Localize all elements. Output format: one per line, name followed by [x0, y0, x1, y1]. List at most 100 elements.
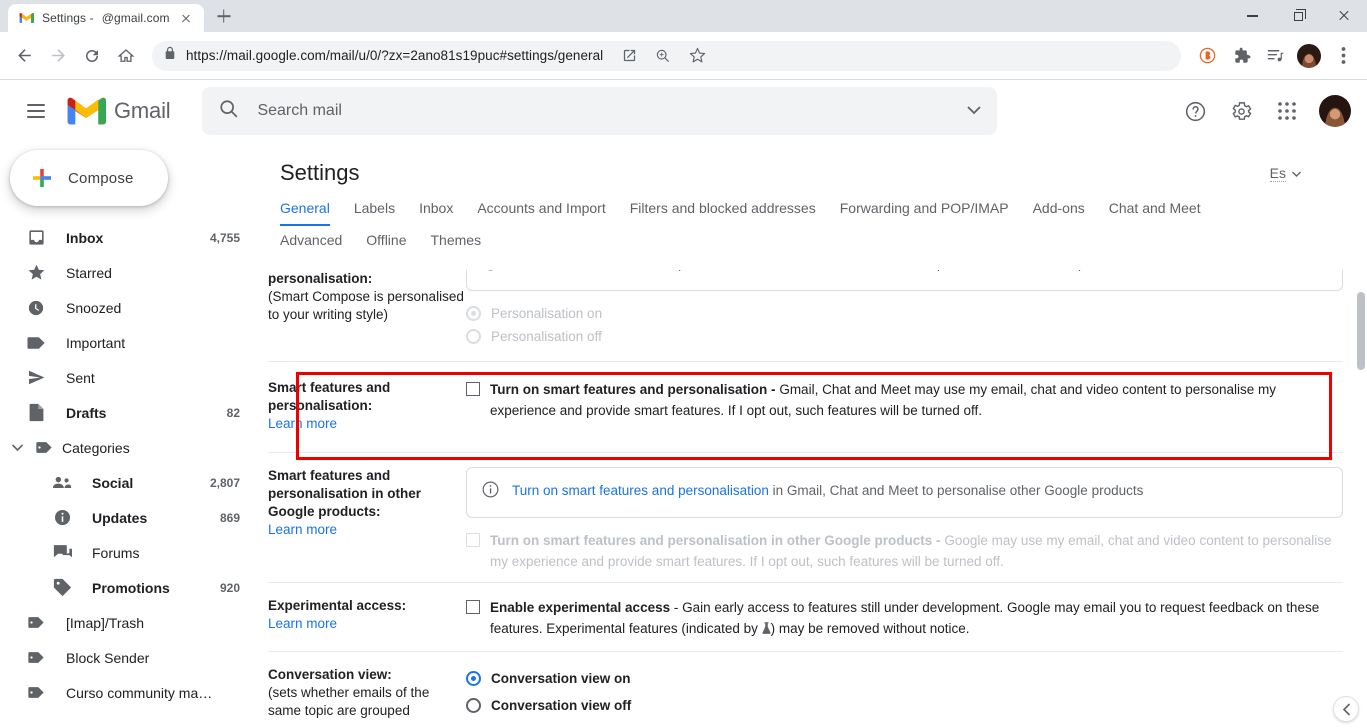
other-products-info-banner: Turn on smart features and personalisati… [466, 467, 1343, 518]
tab-offline[interactable]: Offline [366, 232, 406, 252]
account-avatar[interactable] [1319, 95, 1351, 127]
tab-chat-and-meet[interactable]: Chat and Meet [1109, 200, 1201, 226]
row-label-text: Experimental access: [268, 597, 466, 615]
sidebar-item-forums[interactable]: Forums [0, 535, 256, 570]
smart-features-checkbox-line[interactable]: Turn on smart features and personalisati… [466, 379, 1343, 421]
banner-link[interactable]: Turn on smart features and personalisati… [512, 270, 769, 271]
sidebar-item-inbox[interactable]: Inbox 4,755 [0, 220, 256, 255]
tab-advanced[interactable]: Advanced [280, 232, 342, 252]
settings-row-other-google-products: Smart features and personalisation in ot… [268, 453, 1343, 583]
tab-labels[interactable]: Labels [354, 200, 395, 226]
search-mail-box[interactable]: Search mail [202, 87, 997, 135]
tab-accounts-and-import[interactable]: Accounts and Import [477, 200, 605, 226]
tab-forwarding-and-pop-imap[interactable]: Forwarding and POP/IMAP [840, 200, 1009, 226]
new-tab-button[interactable] [210, 2, 238, 30]
row-note-line-2: same topic are grouped [268, 702, 466, 720]
google-apps-icon[interactable] [1267, 91, 1307, 131]
smart-compose-info-banner: Turn on smart features and personalisati… [466, 270, 1343, 291]
inbox-icon [26, 228, 46, 248]
experimental-access-checkbox-line[interactable]: Enable experimental access - Gain early … [466, 597, 1343, 639]
sidebar-item-count: 82 [227, 406, 240, 420]
checkbox-text: Enable experimental access - Gain early … [490, 597, 1343, 639]
row-label-text: personalisation: [268, 270, 466, 288]
window-minimize-button[interactable] [1229, 0, 1275, 32]
row-label-text: Smart features and personalisation: [268, 379, 466, 415]
radio-conversation-view-on[interactable]: Conversation view on [466, 668, 1343, 689]
browser-tab[interactable]: Settings - @gmail.com [8, 4, 204, 32]
checkbox-label-rest-b: ) may be removed without notice. [771, 621, 970, 636]
sidebar-item-promotions[interactable]: Promotions 920 [0, 570, 256, 605]
reading-list-icon[interactable] [1259, 40, 1291, 72]
sidebar-item-social[interactable]: Social 2,807 [0, 465, 256, 500]
radio-personalisation-off[interactable]: Personalisation off [466, 326, 1343, 347]
window-maximize-button[interactable] [1275, 0, 1321, 32]
sidebar-item-curso-community[interactable]: Curso community mana… [0, 675, 256, 710]
plus-icon [30, 166, 54, 190]
sidebar-item-label: Social [92, 475, 190, 491]
address-bar[interactable]: https://mail.google.com/mail/u/0/?zx=2an… [152, 41, 1181, 71]
radio-personalisation-on[interactable]: Personalisation on [466, 303, 1343, 324]
compose-button[interactable]: Compose [10, 150, 168, 206]
sidebar-item-count: 920 [220, 581, 240, 595]
tab-add-ons[interactable]: Add-ons [1033, 200, 1085, 226]
settings-scrollbar-track[interactable] [1355, 142, 1367, 728]
star-bookmark-icon[interactable] [681, 40, 713, 72]
banner-text: Turn on smart features and personalisati… [512, 270, 1107, 274]
checkbox-icon[interactable] [466, 600, 480, 614]
tab-close-icon[interactable] [178, 10, 194, 26]
window-close-button[interactable] [1321, 0, 1367, 32]
settings-row-experimental-access: Experimental access: Learn more Enable e… [268, 583, 1343, 652]
help-icon[interactable] [1175, 91, 1215, 131]
checkbox-text: Turn on smart features and personalisati… [490, 379, 1343, 421]
zoom-icon[interactable] [647, 40, 679, 72]
settings-tabs-row-1: General Labels Inbox Accounts and Import… [280, 200, 1343, 226]
back-arrow-icon[interactable] [8, 40, 40, 72]
sidebar-item-count: 2,807 [210, 476, 240, 490]
sidebar-item-label: Categories [62, 440, 232, 456]
reload-icon[interactable] [76, 40, 108, 72]
checkbox-icon[interactable] [466, 382, 480, 396]
sidebar-item-starred[interactable]: Starred [0, 255, 256, 290]
learn-more-link[interactable]: Learn more [268, 415, 466, 433]
sidebar-item-sent[interactable]: Sent [0, 360, 256, 395]
collapse-panel-button[interactable] [1333, 696, 1359, 722]
three-dot-menu-icon[interactable] [1327, 40, 1359, 72]
hamburger-menu-icon[interactable] [12, 87, 60, 135]
language-selector[interactable]: Es [1270, 164, 1301, 182]
sidebar-item-drafts[interactable]: Drafts 82 [0, 395, 256, 430]
banner-link[interactable]: Turn on smart features and personalisati… [512, 483, 769, 498]
puzzle-extensions-icon[interactable] [1225, 40, 1257, 72]
home-icon[interactable] [110, 40, 142, 72]
chevron-down-icon[interactable] [8, 439, 26, 457]
sidebar-item-updates[interactable]: Updates 869 [0, 500, 256, 535]
sidebar-item-important[interactable]: Important [0, 325, 256, 360]
sidebar-item-block-sender[interactable]: Block Sender [0, 640, 256, 675]
sidebar-item-snoozed[interactable]: Snoozed [0, 290, 256, 325]
tab-filters-and-blocked-addresses[interactable]: Filters and blocked addresses [630, 200, 816, 226]
sidebar-item-categories[interactable]: Categories [0, 430, 256, 465]
tab-strip: Settings - @gmail.com [0, 0, 1229, 32]
share-icon[interactable] [613, 40, 645, 72]
row-control: Enable experimental access - Gain early … [466, 597, 1343, 639]
learn-more-link[interactable]: Learn more [268, 615, 466, 633]
forward-arrow-icon[interactable] [42, 40, 74, 72]
tab-inbox[interactable]: Inbox [419, 200, 453, 226]
radio-conversation-view-off[interactable]: Conversation view off [466, 695, 1343, 716]
learn-more-link[interactable]: Learn more [268, 521, 466, 539]
browser-profile-avatar[interactable] [1293, 40, 1325, 72]
settings-scrollbar-thumb[interactable] [1357, 292, 1365, 370]
settings-gear-icon[interactable] [1221, 91, 1261, 131]
sidebar-item-label: Starred [66, 265, 220, 281]
sidebar-item-imap-trash[interactable]: [Imap]/Trash [0, 605, 256, 640]
row-label: Smart features and personalisation in ot… [268, 467, 466, 572]
sidebar-item-label: Curso community mana… [66, 685, 220, 701]
sidebar-item-count: 4,755 [210, 231, 240, 245]
gmail-logo[interactable]: Gmail [66, 96, 170, 126]
tab-general[interactable]: General [280, 200, 330, 226]
other-products-checkbox-line[interactable]: Turn on smart features and personalisati… [466, 530, 1343, 572]
search-options-chevron-down-icon[interactable] [967, 102, 981, 120]
bitly-extension-icon[interactable] [1191, 40, 1223, 72]
tab-themes[interactable]: Themes [431, 232, 482, 252]
row-label: personalisation: (Smart Compose is perso… [268, 270, 466, 347]
main-body: Compose Inbox 4,755 Starred Snoozed Impo… [0, 142, 1367, 728]
